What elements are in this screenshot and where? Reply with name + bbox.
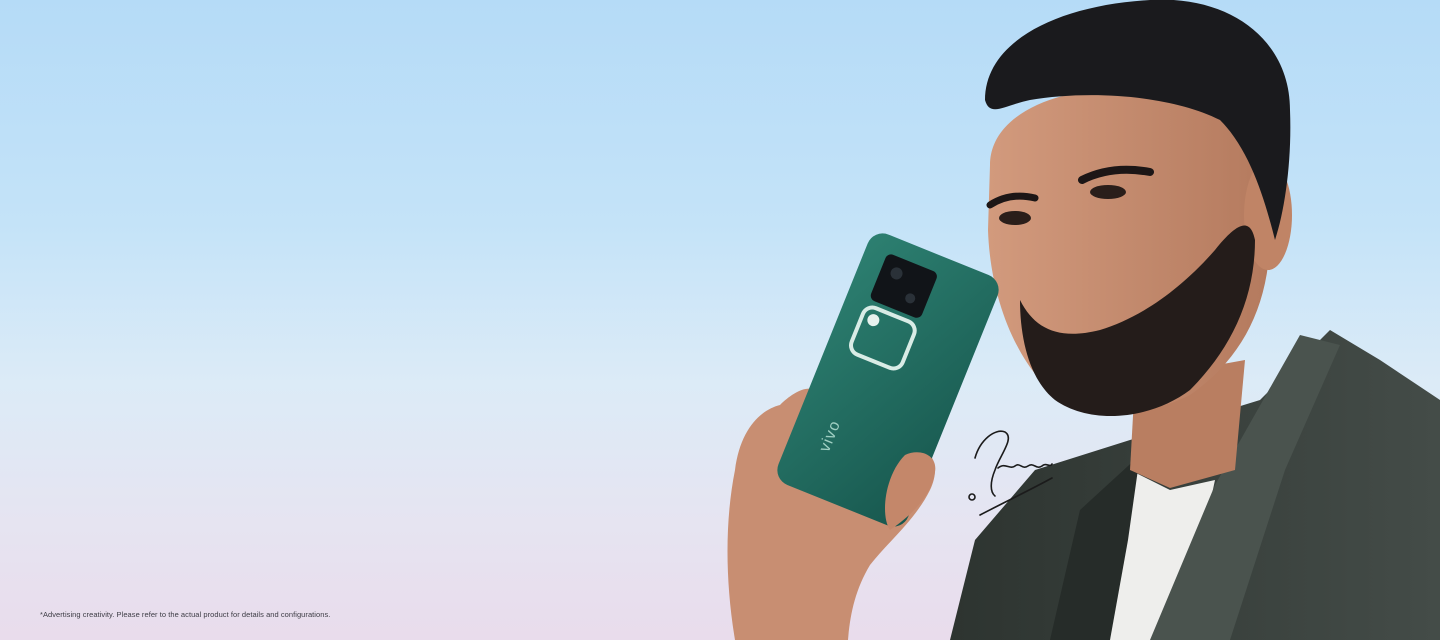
- hero-banner: vivo *Advertising creativity. Please ref…: [0, 0, 1440, 640]
- hand-with-phone: vivo: [727, 233, 999, 640]
- eye-right: [1090, 185, 1126, 199]
- disclaimer-text: *Advertising creativity. Please refer to…: [40, 610, 331, 619]
- phone: vivo: [777, 233, 999, 527]
- hero-photo: vivo: [727, 0, 1440, 640]
- person: [950, 0, 1440, 640]
- eye-left: [999, 211, 1031, 225]
